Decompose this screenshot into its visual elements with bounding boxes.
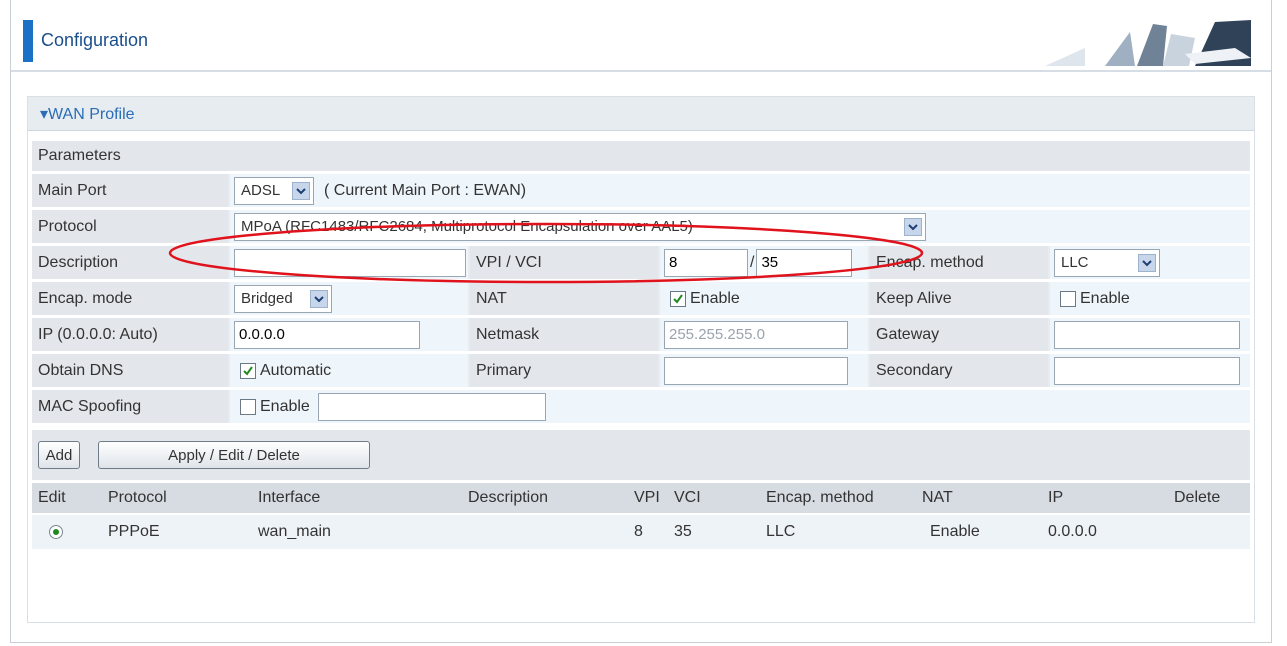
edit-cell xyxy=(32,515,102,549)
nat-label: NAT xyxy=(470,282,658,315)
action-buttons-row: Add Apply / Edit / Delete xyxy=(32,430,1250,480)
encap-mode-row: Encap. mode Bridged NAT Enable Keep Aliv… xyxy=(32,282,1250,315)
page-frame: Configuration ▾WAN Profile Parameters Ma… xyxy=(10,0,1272,643)
action-buttons: Add Apply / Edit / Delete xyxy=(38,430,370,480)
main-port-value-cell: ADSL ( Current Main Port : EWAN) xyxy=(230,174,1250,207)
main-port-label: Main Port xyxy=(32,174,228,207)
obtain-dns-checkbox[interactable] xyxy=(240,362,256,379)
table-row: PPPoE wan_main 8 35 LLC Enable 0.0.0.0 xyxy=(32,515,1250,549)
netmask-label: Netmask xyxy=(470,318,658,351)
col-nat: NAT xyxy=(922,489,953,506)
row-protocol: PPPoE xyxy=(108,523,160,540)
apply-edit-delete-button[interactable]: Apply / Edit / Delete xyxy=(98,441,370,469)
secondary-value-cell xyxy=(1050,354,1250,387)
gateway-value-cell xyxy=(1050,318,1250,351)
encap-method-select-value: LLC xyxy=(1061,254,1089,271)
primary-value-cell xyxy=(660,354,868,387)
nat-option-label: Enable xyxy=(690,289,740,307)
mac-address-input[interactable] xyxy=(317,392,546,421)
col-ip: IP xyxy=(1048,489,1064,506)
nat-checkbox[interactable] xyxy=(670,290,686,307)
obtain-dns-row: Obtain DNS Automatic Primary Secondary xyxy=(32,354,1250,387)
secondary-label: Secondary xyxy=(870,354,1048,387)
encap-mode-select-value: Bridged xyxy=(241,290,293,307)
chevron-down-icon[interactable] xyxy=(1138,253,1156,272)
encap-mode-select[interactable]: Bridged xyxy=(234,284,332,313)
encap-mode-label: Encap. mode xyxy=(32,282,228,315)
mac-spoofing-row: MAC Spoofing Enable xyxy=(32,390,1250,423)
col-encap-method: Encap. method xyxy=(766,489,874,506)
annotation-ellipse xyxy=(168,222,924,284)
checkmark-icon xyxy=(673,293,683,304)
encap-method-select[interactable]: LLC xyxy=(1054,248,1160,277)
keep-alive-option-label: Enable xyxy=(1080,289,1130,307)
obtain-dns-value-cell: Automatic xyxy=(230,354,468,387)
chevron-down-icon[interactable] xyxy=(310,289,328,308)
gateway-input[interactable] xyxy=(1054,320,1240,349)
wan-profile-panel: ▾WAN Profile Parameters Main Port ADSL (… xyxy=(27,96,1255,623)
col-interface: Interface xyxy=(258,489,321,506)
row-ip: 0.0.0.0 xyxy=(1048,523,1097,540)
row-encap: LLC xyxy=(766,523,796,540)
page-title: Configuration xyxy=(41,30,149,50)
radio-selected-icon[interactable] xyxy=(48,524,64,540)
parameters-heading-row: Parameters xyxy=(32,141,1250,171)
ip-value-cell xyxy=(230,318,468,351)
row-delete xyxy=(1168,515,1250,549)
encap-method-value-cell: LLC xyxy=(1050,246,1250,279)
secondary-dns-input[interactable] xyxy=(1054,356,1240,385)
obtain-dns-option-label: Automatic xyxy=(260,361,332,379)
main-port-select-value: ADSL xyxy=(241,182,281,199)
netmask-input[interactable] xyxy=(664,320,848,349)
header-divider xyxy=(11,70,1271,72)
page-header: Configuration xyxy=(11,0,1271,72)
encap-mode-value-cell: Bridged xyxy=(230,282,468,315)
table-header-row: Edit Protocol Interface Description VPI … xyxy=(32,483,1250,513)
section-title[interactable]: ▾WAN Profile xyxy=(40,104,135,124)
col-vci: VCI xyxy=(674,489,701,506)
nat-value-cell: Enable xyxy=(660,282,868,315)
mac-spoofing-checkbox[interactable] xyxy=(240,398,256,415)
current-main-port-note: ( Current Main Port : EWAN) xyxy=(324,181,527,199)
col-protocol: Protocol xyxy=(108,489,167,506)
main-port-row: Main Port ADSL ( Current Main Port : EWA… xyxy=(32,174,1250,207)
add-button[interactable]: Add xyxy=(38,441,80,469)
netmask-value-cell xyxy=(660,318,868,351)
checkmark-icon xyxy=(243,365,253,376)
mac-spoofing-value-cell: Enable xyxy=(230,390,1250,423)
keep-alive-value-cell: Enable xyxy=(1050,282,1250,315)
primary-dns-input[interactable] xyxy=(664,356,848,385)
row-vpi: 8 xyxy=(634,523,643,540)
col-edit: Edit xyxy=(38,489,66,506)
accent-bar xyxy=(23,20,33,62)
col-vpi: VPI xyxy=(634,489,660,506)
row-description xyxy=(462,515,628,549)
ip-input[interactable] xyxy=(234,320,420,349)
mac-spoofing-label: MAC Spoofing xyxy=(32,390,228,423)
col-delete: Delete xyxy=(1174,489,1221,506)
ip-row: IP (0.0.0.0: Auto) Netmask Gateway xyxy=(32,318,1250,351)
main-port-select[interactable]: ADSL xyxy=(234,176,314,205)
header-banner-image xyxy=(1045,20,1251,66)
section-header[interactable]: ▾WAN Profile xyxy=(28,97,1254,131)
keep-alive-checkbox[interactable] xyxy=(1060,290,1076,307)
gateway-label: Gateway xyxy=(870,318,1048,351)
keep-alive-label: Keep Alive xyxy=(870,282,1048,315)
row-interface: wan_main xyxy=(258,523,331,540)
col-description: Description xyxy=(468,489,549,506)
chevron-down-icon[interactable] xyxy=(292,181,310,200)
ip-label: IP (0.0.0.0: Auto) xyxy=(32,318,228,351)
obtain-dns-label: Obtain DNS xyxy=(32,354,228,387)
primary-label: Primary xyxy=(470,354,658,387)
row-nat: Enable xyxy=(930,523,980,540)
parameters-heading: Parameters xyxy=(32,141,332,171)
row-vci: 35 xyxy=(674,523,692,540)
mac-spoofing-option-label: Enable xyxy=(260,397,310,415)
